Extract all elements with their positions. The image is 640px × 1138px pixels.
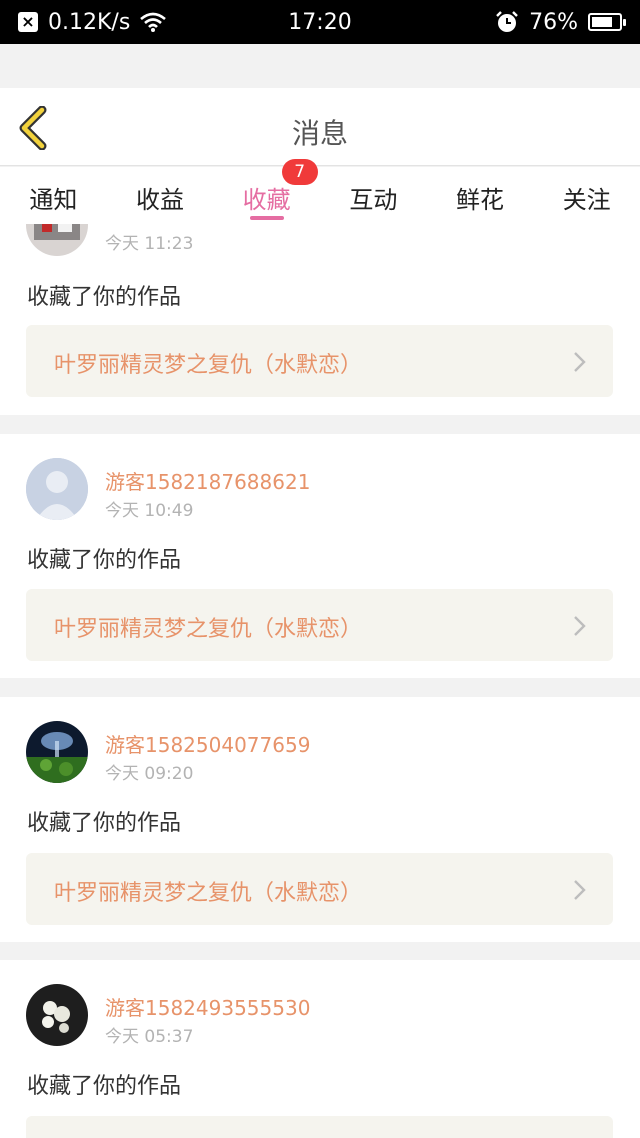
avatar-photo	[26, 721, 88, 783]
status-right: 76%	[495, 9, 626, 35]
alarm-icon	[496, 11, 518, 32]
user-name[interactable]: 游客1582504077659	[105, 729, 310, 758]
message-card: 游客1582493555530 今天 05:37 收藏了你的作品	[0, 960, 640, 1138]
tab-label: 收益	[136, 186, 184, 214]
avatar[interactable]	[26, 721, 88, 783]
tab-interactions[interactable]: 互动	[320, 167, 427, 224]
action-text: 收藏了你的作品	[27, 548, 182, 573]
tab-label: 关注	[562, 186, 611, 214]
message-card: 今天 11:23 收藏了你的作品 叶罗丽精灵梦之复仇（水默恋）	[0, 224, 640, 415]
status-bar: × 0.12K/s 17:20 76%	[0, 0, 640, 44]
tab-bar: 通知 收益 收藏 7 互动 鲜花 关注	[0, 159, 640, 224]
tab-label: 通知	[29, 186, 78, 214]
user-name[interactable]: 游客1582187688621	[105, 466, 310, 495]
battery-icon	[588, 13, 626, 31]
header: 消息	[0, 88, 640, 166]
active-tab-indicator	[249, 216, 284, 220]
work-link[interactable]: 叶罗丽精灵梦之复仇（水默恋）	[26, 853, 613, 925]
avatar-default	[26, 458, 88, 520]
network-speed: 0.12K/s	[48, 9, 131, 35]
tab-earnings[interactable]: 收益	[107, 167, 214, 224]
action-text: 收藏了你的作品	[27, 1074, 182, 1099]
message-list[interactable]: 今天 11:23 收藏了你的作品 叶罗丽精灵梦之复仇（水默恋） 游客158218…	[0, 224, 640, 1138]
message-card: 游客1582504077659 今天 09:20 收藏了你的作品 叶罗丽精灵梦之…	[0, 697, 640, 942]
avatar-photo	[26, 224, 88, 256]
unread-badge: 7	[281, 159, 318, 185]
status-left: × 0.12K/s	[18, 9, 167, 35]
tab-favorites[interactable]: 收藏 7	[213, 159, 320, 224]
chevron-right-icon	[574, 880, 586, 900]
tab-label: 互动	[349, 186, 398, 214]
wifi-icon	[140, 12, 167, 32]
work-title: 叶罗丽精灵梦之复仇（水默恋）	[54, 617, 363, 642]
page-title: 消息	[291, 117, 348, 150]
work-link[interactable]: 叶罗丽精灵梦之复仇（水默恋）	[26, 589, 613, 661]
message-time: 今天 05:37	[105, 1027, 194, 1047]
message-card: 游客1582187688621 今天 10:49 收藏了你的作品 叶罗丽精灵梦之…	[0, 434, 640, 678]
work-title: 叶罗丽精灵梦之复仇（水默恋）	[54, 353, 363, 378]
avatar-photo	[26, 984, 88, 1046]
battery-percent: 76%	[529, 9, 578, 35]
tab-label: 鲜花	[456, 186, 505, 214]
user-name[interactable]: 游客1582493555530	[105, 992, 310, 1021]
work-title: 叶罗丽精灵梦之复仇（水默恋）	[54, 881, 363, 906]
tab-notifications[interactable]: 通知	[0, 167, 107, 224]
message-time: 今天 09:20	[105, 764, 194, 784]
work-link[interactable]	[26, 1116, 613, 1138]
action-text: 收藏了你的作品	[27, 811, 182, 836]
message-time: 今天 11:23	[105, 234, 194, 254]
tab-flowers[interactable]: 鲜花	[427, 167, 534, 224]
avatar[interactable]	[26, 984, 88, 1046]
tab-label: 收藏	[242, 186, 291, 214]
message-time: 今天 10:49	[105, 501, 194, 521]
battery-fill	[592, 17, 612, 27]
chevron-right-icon	[574, 352, 586, 372]
work-link[interactable]: 叶罗丽精灵梦之复仇（水默恋）	[26, 325, 613, 397]
tab-follows[interactable]: 关注	[533, 167, 640, 224]
chevron-right-icon	[574, 616, 586, 636]
avatar[interactable]	[26, 458, 88, 520]
notification-x-icon: ×	[18, 12, 38, 32]
app-screen: × 0.12K/s 17:20 76% 消息 通知 收益 收藏 7 互动 鲜花 …	[0, 0, 640, 1138]
avatar[interactable]	[26, 224, 88, 256]
action-text: 收藏了你的作品	[27, 285, 182, 310]
